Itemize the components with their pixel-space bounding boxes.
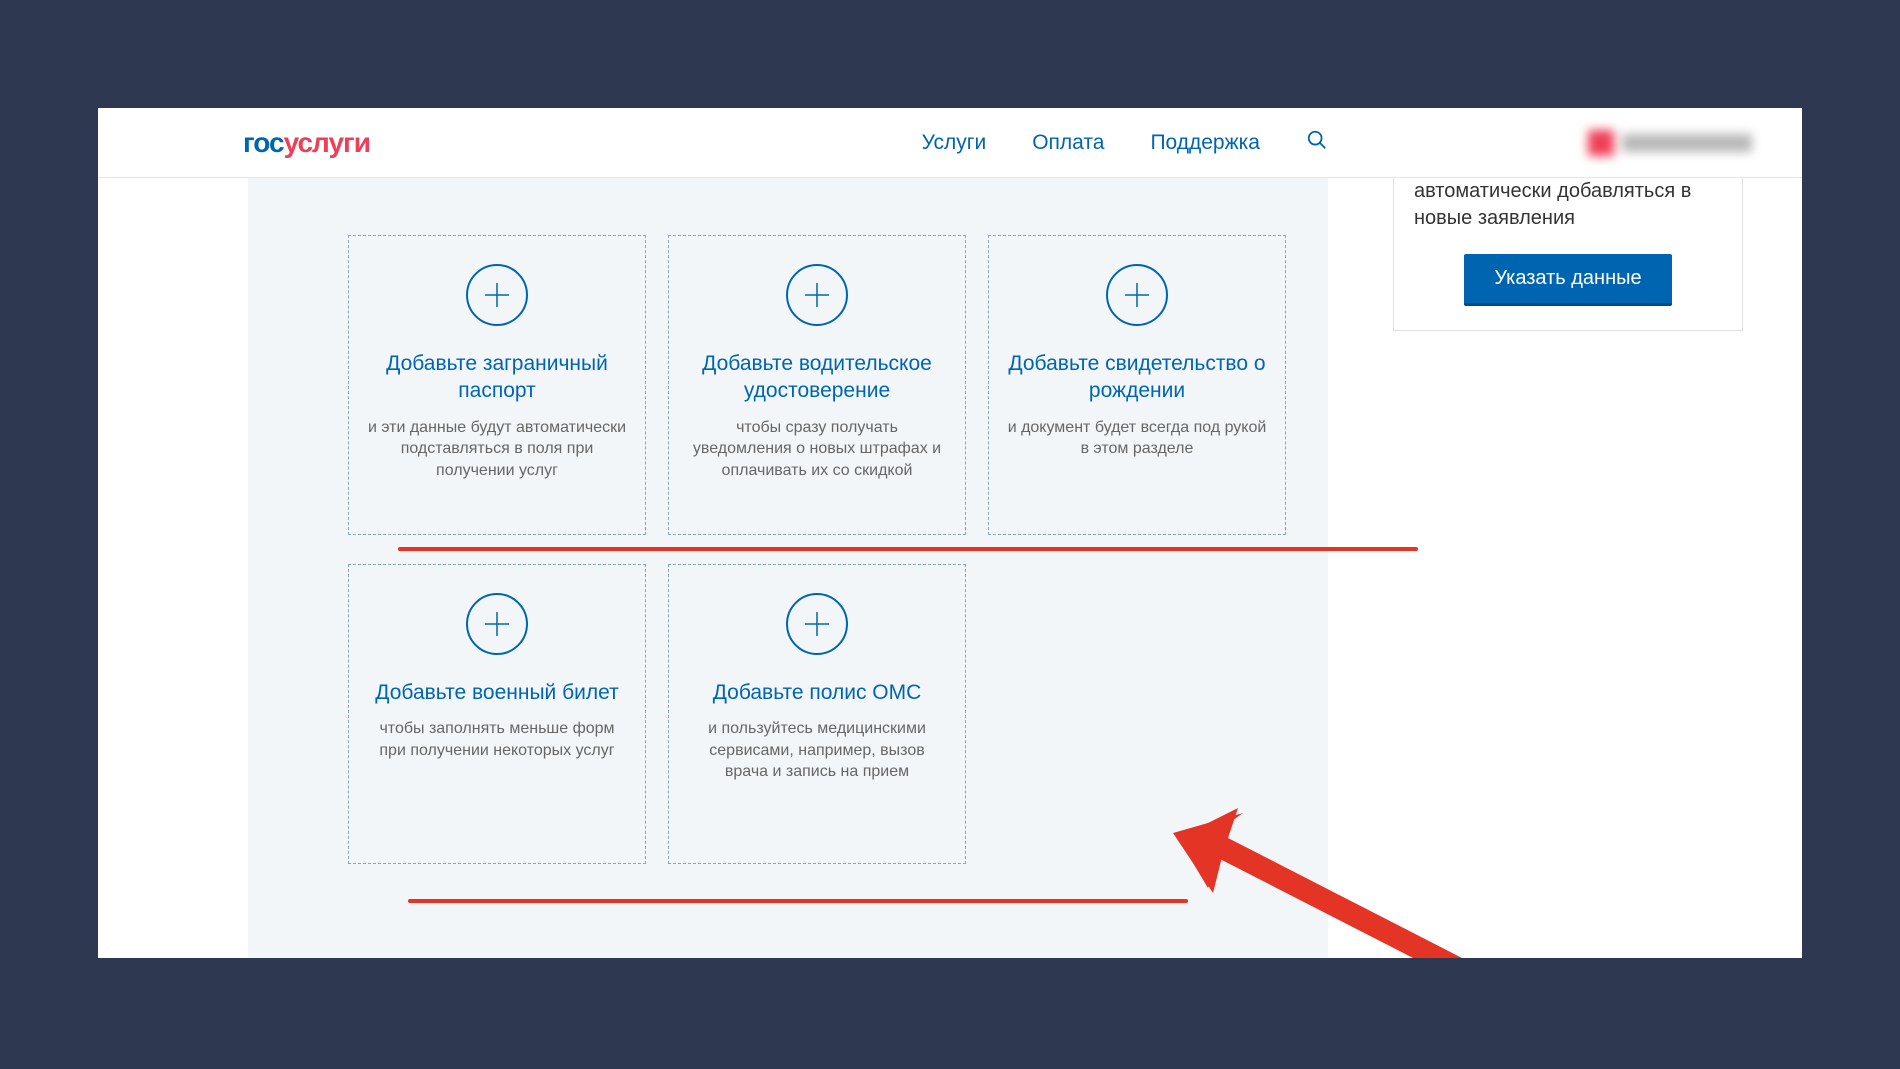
card-desc: и эти данные будут автоматически подстав… <box>367 417 627 482</box>
card-desc: чтобы сразу получать уведомления о новых… <box>687 417 947 482</box>
avatar <box>1588 130 1614 156</box>
card-desc: чтобы заполнять меньше форм при получени… <box>367 718 627 761</box>
plus-icon <box>1106 264 1168 326</box>
card-title: Добавьте полис ОМС <box>687 679 947 706</box>
add-military-id-card[interactable]: Добавьте военный билет чтобы заполнять м… <box>348 564 646 864</box>
logo-part-uslugi: услуги <box>284 127 370 158</box>
main-nav: Услуги Оплата Поддержка <box>922 129 1328 156</box>
plus-icon <box>466 264 528 326</box>
add-birth-certificate-card[interactable]: Добавьте свидетельство о рождении и доку… <box>988 235 1286 535</box>
annotation-underline-1 <box>398 547 1418 551</box>
nav-services[interactable]: Услуги <box>922 131 987 155</box>
cards-row-1: Добавьте заграничный паспорт и эти данны… <box>348 235 1286 535</box>
nav-support[interactable]: Поддержка <box>1150 131 1260 155</box>
app-window: госуслуги Услуги Оплата Поддержка Добавь… <box>98 108 1802 958</box>
page-body: Добавьте заграничный паспорт и эти данны… <box>98 178 1802 958</box>
search-icon[interactable] <box>1306 129 1328 156</box>
add-driver-license-card[interactable]: Добавьте водительское удостоверение чтоб… <box>668 235 966 535</box>
documents-panel: Добавьте заграничный паспорт и эти данны… <box>248 178 1328 958</box>
user-menu[interactable] <box>1588 130 1752 156</box>
card-title: Добавьте свидетельство о рождении <box>1007 350 1267 405</box>
header: госуслуги Услуги Оплата Поддержка <box>98 108 1802 178</box>
user-name-blurred <box>1622 134 1752 152</box>
card-desc: и пользуйтесь медицинскими сервисами, на… <box>687 718 947 783</box>
card-title: Добавьте водительское удостоверение <box>687 350 947 405</box>
specify-data-button[interactable]: Указать данные <box>1464 254 1671 306</box>
plus-icon <box>466 593 528 655</box>
nav-payment[interactable]: Оплата <box>1032 131 1104 155</box>
card-desc: и документ будет всегда под рукой в этом… <box>1007 417 1267 460</box>
add-oms-policy-card[interactable]: Добавьте полис ОМС и пользуйтесь медицин… <box>668 564 966 864</box>
sidebar-text: автоматически добавляться в новые заявле… <box>1414 178 1722 232</box>
logo-part-gos: гос <box>243 127 284 158</box>
plus-icon <box>786 264 848 326</box>
sidebar-callout: автоматически добавляться в новые заявле… <box>1393 178 1743 331</box>
logo[interactable]: госуслуги <box>243 127 370 159</box>
cards-row-2: Добавьте военный билет чтобы заполнять м… <box>348 564 966 864</box>
annotation-underline-2 <box>408 899 1188 903</box>
card-title: Добавьте заграничный паспорт <box>367 350 627 405</box>
plus-icon <box>786 593 848 655</box>
add-foreign-passport-card[interactable]: Добавьте заграничный паспорт и эти данны… <box>348 235 646 535</box>
card-title: Добавьте военный билет <box>367 679 627 706</box>
